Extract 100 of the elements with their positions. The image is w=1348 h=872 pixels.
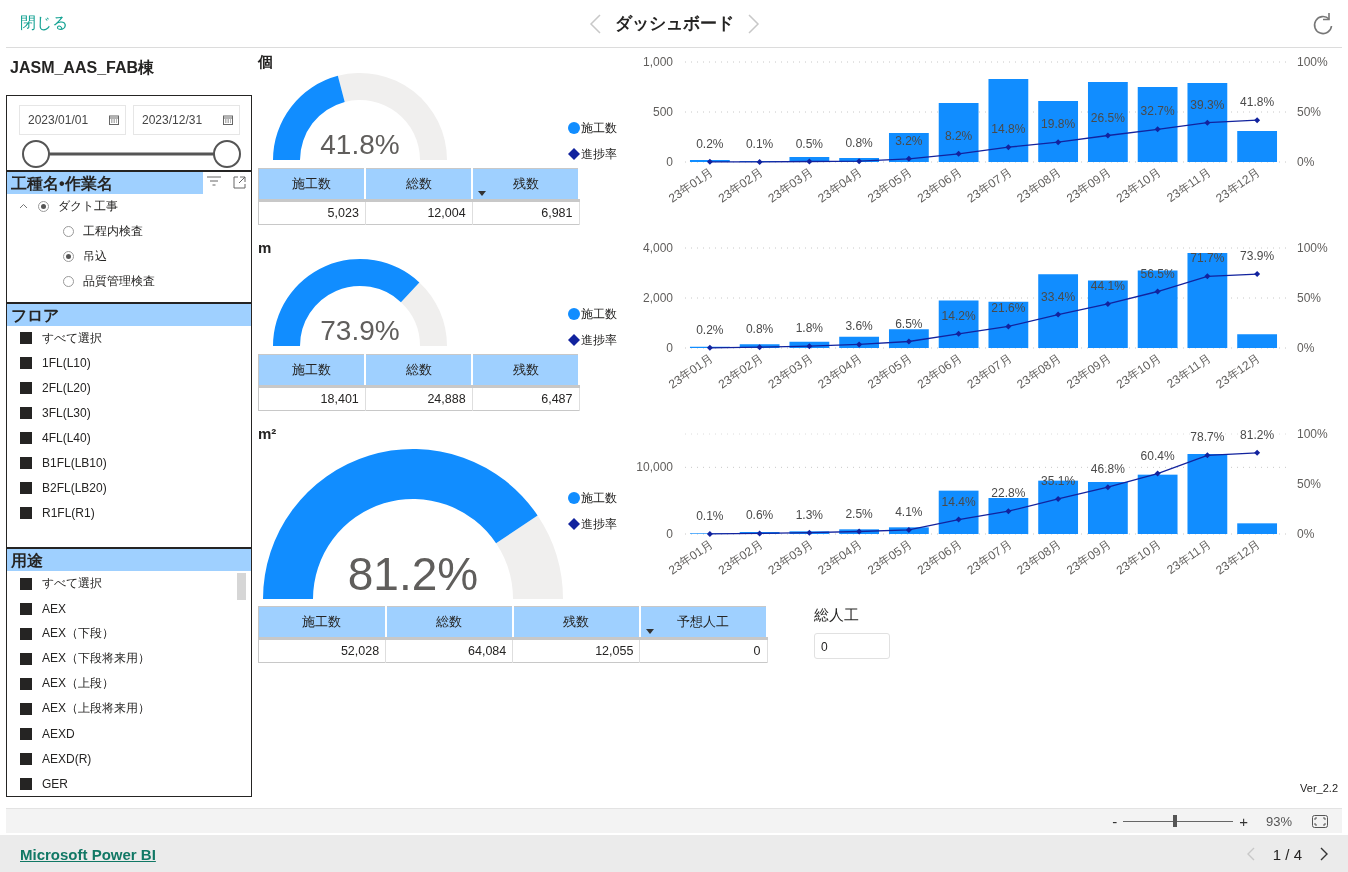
data-label: 56.5% — [1140, 266, 1175, 281]
table-cell: 5,023 — [258, 200, 366, 225]
legend-label: 施工数 — [581, 305, 617, 323]
gauge-value: 73.9% — [320, 315, 400, 346]
axis-label: 23年07月 — [964, 165, 1015, 206]
data-label: 78.7% — [1190, 430, 1225, 445]
axis-label: 23年08月 — [1014, 165, 1064, 206]
data-label: 4.1% — [895, 504, 923, 519]
axis-label: 23年08月 — [1014, 351, 1064, 392]
axis-label: 100% — [1297, 427, 1328, 441]
axis-label: 23年08月 — [1014, 537, 1064, 578]
data-label: 0.2% — [696, 322, 724, 337]
gauge-value: 81.2% — [347, 548, 479, 599]
table-cell: 12,004 — [365, 200, 473, 225]
data-label: 0.1% — [696, 508, 724, 523]
zoom-value: 93% — [1265, 813, 1292, 829]
page-indicator: 1 / 4 — [1272, 845, 1302, 863]
data-label: 44.1% — [1090, 278, 1125, 293]
report-title: JASM_AAS_FAB棟 — [10, 58, 155, 78]
axis-label: 23年04月 — [815, 537, 865, 578]
total-label: 総人工 — [814, 606, 859, 625]
data-label: 6.5% — [895, 316, 923, 331]
data-label: 22.8% — [991, 486, 1026, 501]
data-label: 60.4% — [1140, 448, 1175, 463]
axis-label: 23年05月 — [865, 165, 915, 206]
axis-label: 23年02月 — [715, 537, 766, 578]
table-cell: 6,981 — [472, 200, 579, 225]
unit-label: m² — [258, 425, 277, 442]
data-label: 0.8% — [745, 322, 774, 337]
axis-label: 23年05月 — [865, 537, 915, 578]
data-label: 14.2% — [941, 308, 976, 323]
data-label: 1.8% — [795, 321, 824, 336]
legend-label: 進捗率 — [581, 145, 617, 163]
axis-label: 23年02月 — [715, 351, 766, 392]
axis-label: 100% — [1297, 241, 1328, 255]
data-label: 0.6% — [745, 508, 774, 523]
data-label: 46.8% — [1090, 462, 1125, 477]
data-label: 8.2% — [944, 128, 973, 143]
axis-label: 23年11月 — [1164, 537, 1214, 578]
axis-label: 23年09月 — [1064, 351, 1114, 392]
data-label: 41.8% — [1240, 95, 1275, 110]
axis-label: 23年10月 — [1113, 537, 1164, 578]
gauge-value: 41.8% — [320, 129, 400, 160]
axis-label: 1,000 — [642, 55, 673, 69]
axis-label: 23年12月 — [1213, 537, 1263, 578]
axis-label: 23年11月 — [1164, 165, 1214, 206]
axis-label: 23年07月 — [964, 351, 1015, 392]
slicer-header: 工種名•作業名 — [7, 171, 203, 194]
unit-label: m — [258, 239, 272, 256]
axis-label: 23年06月 — [914, 537, 965, 578]
legend-label: 施工数 — [581, 489, 617, 507]
axis-label: 23年04月 — [815, 165, 865, 206]
axis-label: 10,000 — [636, 460, 673, 475]
axis-label: 23年04月 — [815, 351, 865, 392]
data-label: 33.4% — [1041, 289, 1076, 304]
axis-label: 0% — [1297, 341, 1315, 355]
axis-label: 23年11月 — [1164, 351, 1214, 392]
axis-label: 23年07月 — [964, 537, 1015, 578]
data-label: 71.7% — [1190, 251, 1225, 266]
data-label: 0.2% — [696, 136, 724, 151]
axis-label: 500 — [652, 105, 673, 119]
table-cell: 64,084 — [385, 638, 513, 663]
axis-label: 4,000 — [642, 241, 673, 255]
data-label: 73.9% — [1240, 249, 1275, 264]
table-cell: 18,401 — [258, 386, 366, 411]
axis-label: 23年12月 — [1213, 165, 1263, 206]
axis-label: 100% — [1297, 55, 1328, 69]
data-label: 21.6% — [991, 301, 1026, 316]
legend-label: 進捗率 — [581, 331, 617, 349]
data-label: 19.8% — [1041, 117, 1076, 132]
table-cell: 0 — [639, 638, 767, 663]
data-label: 14.4% — [941, 494, 976, 509]
data-label: 39.3% — [1190, 97, 1225, 112]
version-label: Ver_2.2 — [1300, 782, 1338, 794]
axis-label: 23年05月 — [865, 351, 915, 392]
axis-label: 50% — [1297, 105, 1322, 119]
axis-label: 23年10月 — [1113, 165, 1164, 206]
data-label: 0.1% — [745, 136, 774, 151]
legend-label: 進捗率 — [581, 515, 617, 533]
axis-label: 50% — [1297, 477, 1322, 491]
page-title: ダッシュボード — [614, 13, 734, 35]
data-label: 81.2% — [1240, 427, 1275, 442]
table-cell: 24,888 — [365, 386, 473, 411]
axis-label: 23年09月 — [1064, 537, 1114, 578]
axis-label: 23年03月 — [765, 537, 816, 578]
data-label: 3.2% — [895, 133, 923, 148]
axis-label: 23年09月 — [1064, 165, 1114, 206]
data-label: 3.6% — [845, 319, 873, 334]
legend-label: 施工数 — [581, 119, 617, 137]
axis-label: 23年10月 — [1113, 351, 1164, 392]
table-cell: 12,055 — [512, 638, 640, 663]
data-label: 14.8% — [991, 122, 1026, 137]
axis-label: 23年06月 — [914, 351, 965, 392]
data-label: 0.5% — [795, 136, 824, 151]
slicer-header: 用途 — [7, 549, 251, 571]
data-label: 26.5% — [1090, 110, 1125, 125]
axis-label: 0% — [1297, 155, 1315, 169]
axis-label: 23年02月 — [715, 165, 766, 206]
axis-label: 23年06月 — [914, 165, 965, 206]
axis-label: 23年12月 — [1213, 351, 1263, 392]
